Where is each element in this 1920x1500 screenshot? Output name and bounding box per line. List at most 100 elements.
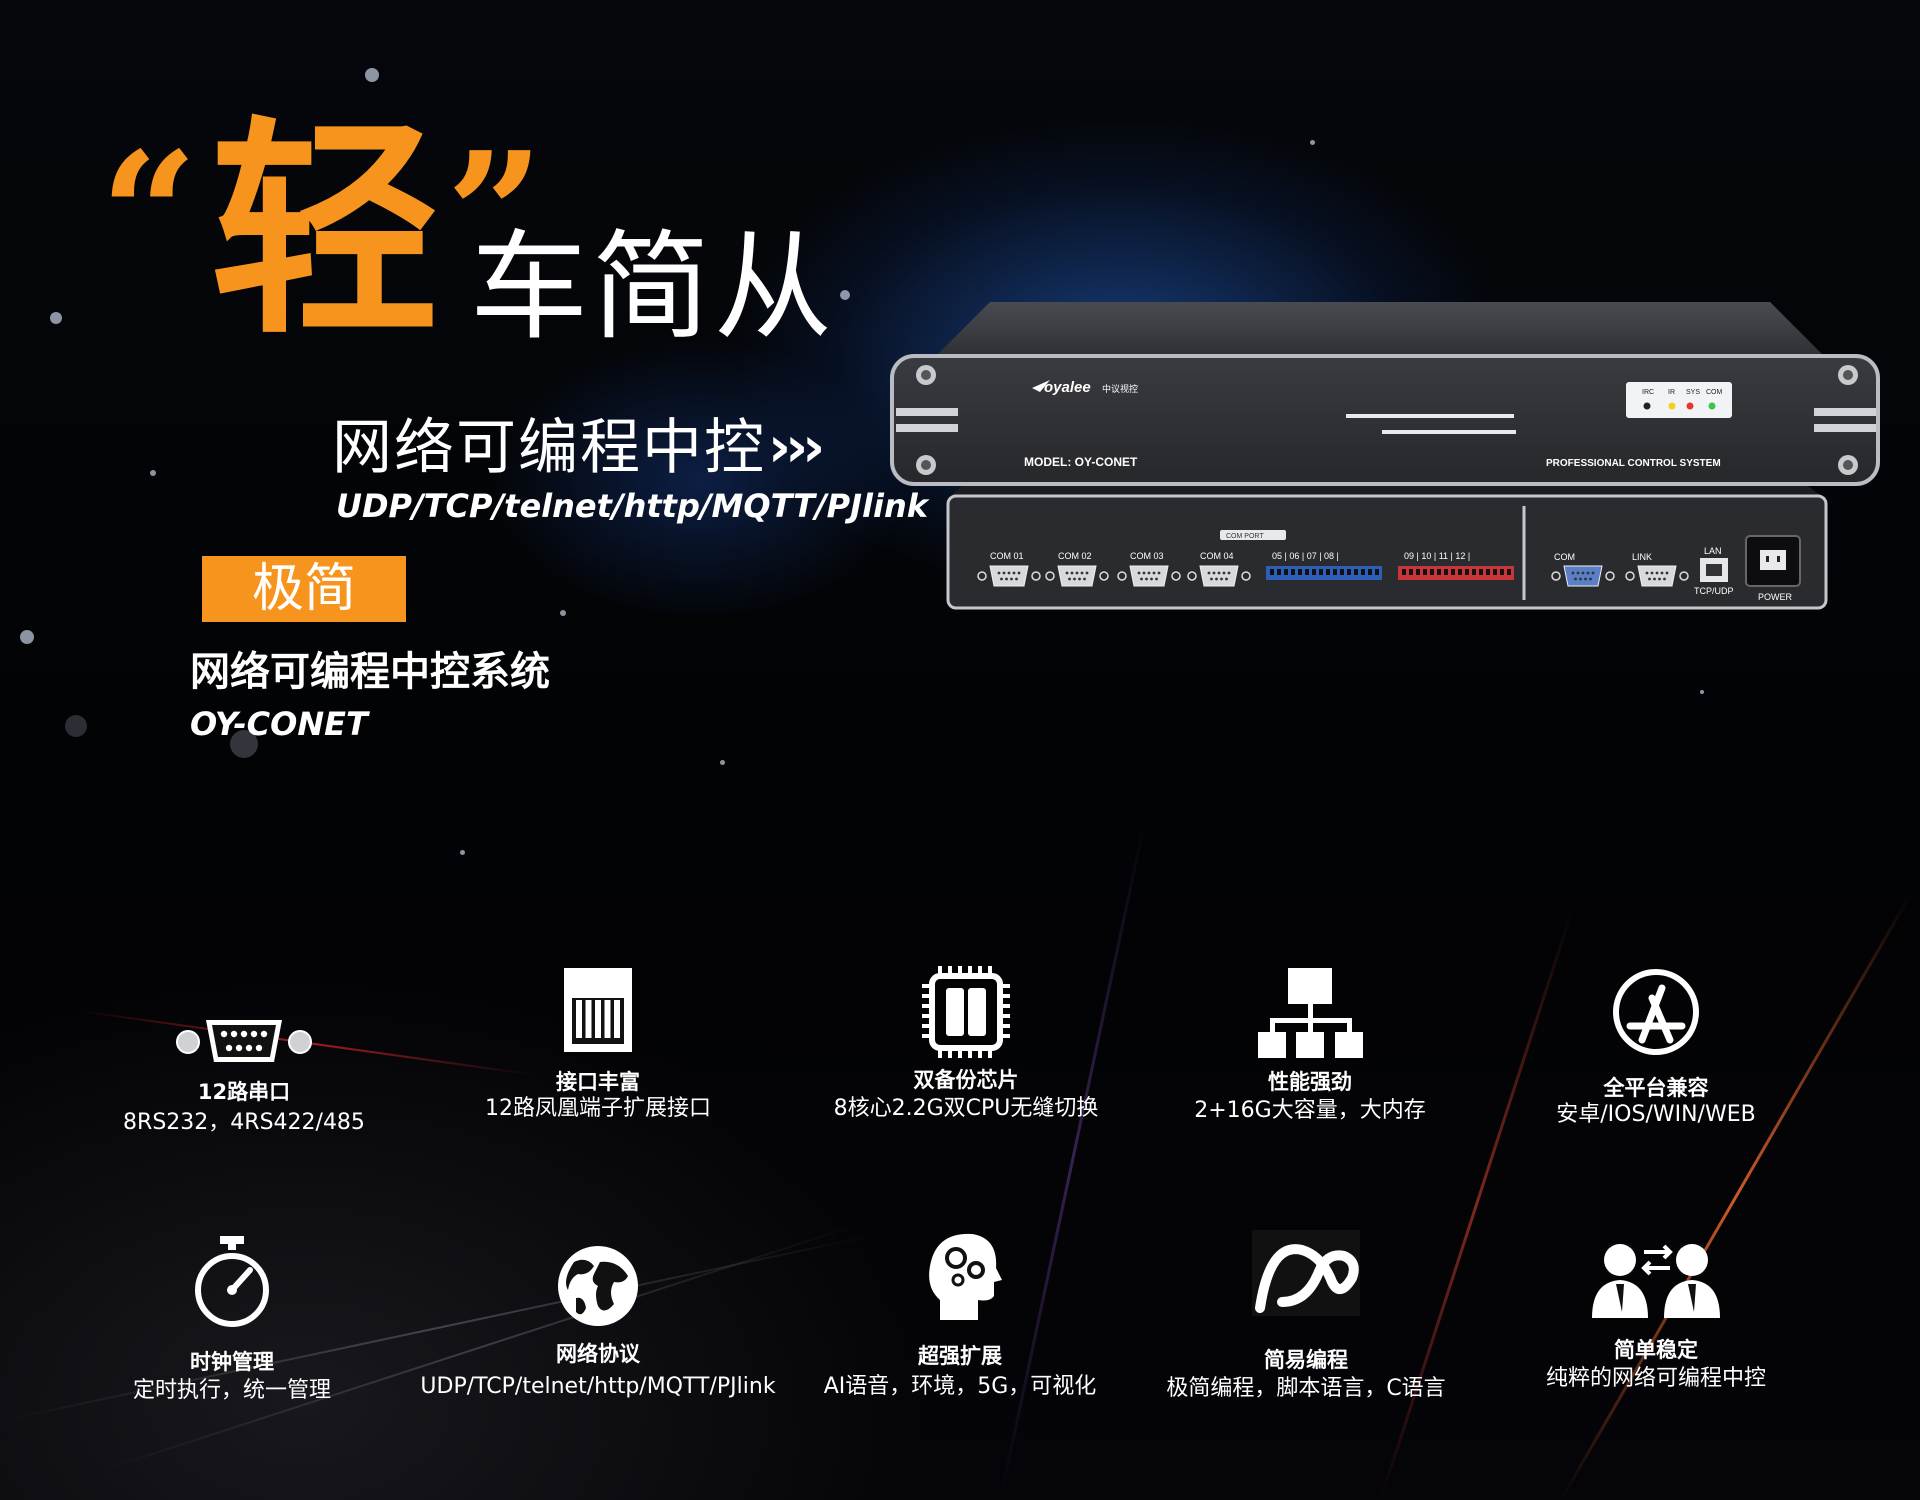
- brain-gears-icon: [890, 1222, 1030, 1332]
- star: [1700, 690, 1704, 694]
- model-name: OY-CONET: [190, 705, 368, 743]
- terminal-pin: [1284, 569, 1288, 575]
- led-label: SYS: [1686, 389, 1700, 396]
- terminal-pin: [1312, 569, 1316, 575]
- led-panel: [1626, 382, 1732, 418]
- led-icon: [1643, 402, 1651, 410]
- feature-title: 超强扩展: [918, 1344, 1002, 1368]
- feature-title: 双备份芯片: [913, 1068, 1019, 1092]
- headline-rest: 车简从: [470, 218, 837, 356]
- feature-title: 简单稳定: [1614, 1338, 1698, 1362]
- terminal-labels: 09 | 10 | 11 | 12 |: [1404, 551, 1470, 561]
- star: [1310, 140, 1315, 145]
- terminal-pin: [1270, 569, 1274, 575]
- led-label: COM: [1706, 389, 1723, 396]
- terminal-pin: [1340, 569, 1344, 575]
- terminal-pin: [1430, 569, 1434, 575]
- globe-icon: [528, 1232, 668, 1342]
- terminal-pin: [1472, 569, 1476, 575]
- star: [65, 715, 87, 737]
- stopwatch-icon: [162, 1232, 302, 1342]
- feature-desc: 纯粹的网络可编程中控: [1545, 1366, 1766, 1391]
- app-store-icon: [1586, 960, 1726, 1070]
- star: [460, 850, 465, 855]
- terminal-pin: [1416, 569, 1420, 575]
- users-exchange-icon: [1586, 1222, 1726, 1332]
- device-brand: oyalee: [1044, 379, 1091, 396]
- power-label: POWER: [1758, 592, 1793, 602]
- led-icon: [1708, 402, 1716, 410]
- terminal-pin: [1347, 569, 1351, 575]
- terminal-pin: [1465, 569, 1469, 575]
- terminal-pin: [1507, 569, 1511, 575]
- star: [840, 290, 850, 300]
- headline-big-char: 轻: [210, 99, 440, 366]
- star: [150, 470, 156, 476]
- star: [560, 610, 566, 616]
- product-name: 网络可编程中控系统: [190, 649, 550, 695]
- link-label: LINK: [1632, 552, 1652, 562]
- subtitle: 网络可编程中控: [332, 413, 766, 483]
- com-port-label: COM 03: [1130, 551, 1164, 561]
- device-image: oyalee 中议视控 MODEL: OY-CONET PROFESSIONAL…: [890, 302, 1880, 610]
- open-quote: “: [100, 115, 198, 315]
- terminal-pin: [1368, 569, 1372, 575]
- terminal-pin: [1277, 569, 1281, 575]
- terminal-pin: [1486, 569, 1490, 575]
- device-top: [934, 302, 1826, 358]
- feature-title: 简易编程: [1264, 1348, 1348, 1372]
- led-label: IRC: [1642, 389, 1654, 396]
- lan-label: LAN: [1704, 546, 1722, 556]
- com-label: COM: [1554, 552, 1575, 562]
- terminal-pin: [1451, 569, 1455, 575]
- serial-port-icon: [174, 980, 314, 1090]
- infinity-icon: [1236, 1222, 1376, 1332]
- terminal-pin: [1493, 569, 1497, 575]
- feature-desc: UDP/TCP/telnet/http/MQTT/PJlink: [420, 1374, 776, 1399]
- terminal-pin: [1402, 569, 1406, 575]
- feature-desc: 8RS232，4RS422/485: [123, 1110, 365, 1135]
- feature-title: 12路串口: [197, 1080, 291, 1104]
- terminal-pin: [1409, 569, 1413, 575]
- feature-title: 性能强劲: [1268, 1070, 1352, 1094]
- feature-desc: 安卓/IOS/WIN/WEB: [1556, 1102, 1756, 1127]
- led-icon: [1668, 402, 1676, 410]
- terminal-pin: [1333, 569, 1337, 575]
- star: [50, 312, 62, 324]
- com-port-label: COM 04: [1200, 551, 1234, 561]
- device-system-label: PROFESSIONAL CONTROL SYSTEM: [1546, 458, 1721, 469]
- terminal-pin: [1319, 569, 1323, 575]
- star: [365, 68, 379, 82]
- feature-title: 全平台兼容: [1603, 1076, 1709, 1100]
- terminal-pin: [1423, 569, 1427, 575]
- terminal-labels: 05 | 06 | 07 | 08 |: [1272, 551, 1339, 561]
- terminal-pin: [1479, 569, 1483, 575]
- terminal-block-icon: [528, 960, 668, 1070]
- terminal-pin: [1305, 569, 1309, 575]
- feature-desc: 12路凤凰端子扩展接口: [485, 1096, 711, 1121]
- feature-desc: AI语音，环境，5G，可视化: [823, 1374, 1097, 1399]
- device-model-label: MODEL: OY-CONET: [1024, 455, 1138, 469]
- feature-desc: 2+16G大容量，大内存: [1194, 1098, 1426, 1123]
- feature-title: 网络协议: [556, 1342, 640, 1366]
- led-icon: [1686, 402, 1694, 410]
- protocols-line: UDP/TCP/telnet/http/MQTT/PJlink: [336, 487, 929, 525]
- com-port-label: COM 01: [990, 551, 1024, 561]
- badge: 极简: [202, 556, 406, 622]
- feature-desc: 8核心2.2G双CPU无缝切换: [833, 1096, 1099, 1121]
- feature-title: 时钟管理: [190, 1350, 274, 1374]
- star: [20, 630, 34, 644]
- terminal-pin: [1354, 569, 1358, 575]
- terminal-pin: [1437, 569, 1441, 575]
- device-brand-cn: 中议视控: [1102, 383, 1138, 394]
- badge-label: 极简: [251, 559, 356, 619]
- star: [720, 760, 725, 765]
- terminal-pin: [1298, 569, 1302, 575]
- com-port-tag: COM PORT: [1226, 533, 1264, 540]
- led-label: IR: [1668, 389, 1675, 396]
- terminal-pin: [1444, 569, 1448, 575]
- terminal-pin: [1500, 569, 1504, 575]
- feature-desc: 极简编程，脚本语言，C语言: [1166, 1376, 1446, 1401]
- arrows-icon: ›››: [768, 415, 825, 480]
- light-streak: [1378, 911, 1574, 1500]
